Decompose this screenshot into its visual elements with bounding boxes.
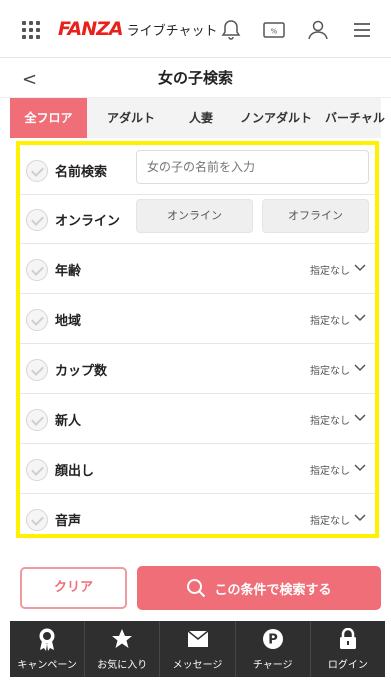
age-value: 指定なし [310,266,350,277]
face-value: 指定なし [310,466,350,477]
region-value: 指定なし [310,316,350,327]
chevron-down-icon [354,414,366,422]
region-label: 地域 [55,314,82,329]
filter-row-region[interactable]: 地域 指定なし [20,294,375,344]
online-checkbox[interactable] [26,209,48,231]
filter-row-newcomer[interactable]: 新人 指定なし [20,394,375,444]
chevron-down-icon [354,464,366,472]
chevron-down-icon [354,514,366,522]
nav-login[interactable]: ログイン [311,621,385,677]
cup-label: カップ数 [55,364,108,379]
filter-row-online: オンライン オンライン オフライン [20,194,375,244]
voice-value: 指定なし [310,516,350,527]
menu-grid-icon[interactable] [22,21,40,39]
cup-checkbox[interactable] [26,359,48,381]
newcomer-checkbox[interactable] [26,409,48,431]
clear-button[interactable]: クリア [20,567,127,609]
floor-tabs: 全フロア アダルト 人妻 ノンアダルト バーチャル [10,98,385,138]
chevron-down-icon [354,264,366,272]
filter-row-voice[interactable]: 音声 指定なし [20,494,375,544]
voice-checkbox[interactable] [26,509,48,531]
tab-adult[interactable]: アダルト [87,98,175,138]
mail-icon [187,630,208,647]
star-icon [112,629,133,648]
face-label: 顔出し [55,464,95,479]
age-checkbox[interactable] [26,259,48,281]
point-icon: P [262,629,283,649]
nav-messages-label: メッセージ [172,660,223,671]
cup-value: 指定なし [310,366,350,377]
nav-charge[interactable]: P チャージ [236,621,311,677]
voice-label: 音声 [55,514,82,529]
search-button-label: この条件で検索する [214,582,332,598]
hamburger-icon[interactable] [350,18,374,42]
action-bar: クリア この条件で検索する [20,566,381,610]
title-bar: < 女の子検索 [0,58,391,98]
filter-row-cup[interactable]: カップ数 指定なし [20,344,375,394]
award-icon [39,628,55,651]
nav-campaign[interactable]: キャンペーン [10,621,86,677]
logo[interactable]: FANZA ライブチャット [58,18,218,40]
nav-favorites-label: お気に入り [97,660,148,671]
offline-button[interactable]: オフライン [262,199,369,233]
region-checkbox[interactable] [26,309,48,331]
bottom-nav: キャンペーン お気に入り メッセージ P チャージ ログイン [10,621,385,677]
nav-campaign-label: キャンペーン [17,660,77,671]
online-label: オンライン [55,214,121,229]
tab-married[interactable]: 人妻 [175,98,227,138]
tab-all-floors[interactable]: 全フロア [10,98,87,138]
name-search-input[interactable] [136,150,369,184]
svg-text:P: P [268,633,278,648]
nav-favorites[interactable]: お気に入り [85,621,161,677]
tab-non-adult[interactable]: ノンアダルト [227,98,325,138]
search-icon [187,579,206,598]
online-button[interactable]: オンライン [136,199,253,233]
coupon-icon[interactable]: % [262,18,286,42]
filter-row-face[interactable]: 顔出し 指定なし [20,444,375,494]
app-header: FANZA ライブチャット % [0,0,391,58]
face-checkbox[interactable] [26,459,48,481]
nav-charge-label: チャージ [252,660,293,671]
name-label: 名前検索 [55,165,108,180]
logo-brand: FANZA [58,18,124,40]
svg-text:%: % [271,28,278,36]
newcomer-label: 新人 [55,414,82,429]
chevron-down-icon [354,314,366,322]
age-label: 年齢 [55,264,82,279]
filter-panel: 名前検索 オンライン オンライン オフライン 年齢 指定なし 地域 指定なし カ… [16,141,379,538]
name-checkbox[interactable] [26,160,48,182]
nav-login-label: ログイン [327,660,368,671]
logo-service: ライブチャット [126,24,218,39]
filter-row-age[interactable]: 年齢 指定なし [20,244,375,294]
newcomer-value: 指定なし [310,416,350,427]
page-title: 女の子検索 [157,69,233,87]
search-button[interactable]: この条件で検索する [137,566,381,610]
nav-messages[interactable]: メッセージ [160,621,236,677]
filter-row-name: 名前検索 [20,145,375,195]
user-icon[interactable] [306,18,330,42]
chevron-down-icon [354,364,366,372]
lock-icon [339,628,356,649]
bell-icon[interactable] [219,18,243,42]
tab-virtual[interactable]: バーチャル [325,98,385,138]
